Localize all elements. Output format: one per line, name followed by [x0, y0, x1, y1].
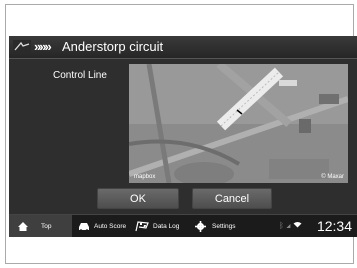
nav-label-data-log: Data Log	[153, 223, 180, 230]
title-bar: »»» Anderstorp circuit	[9, 36, 357, 59]
nav-item-auto-score[interactable]: Auto Score	[77, 217, 126, 236]
nav-item-settings[interactable]: Settings	[195, 217, 236, 236]
bottom-nav: Top Auto Score Data Log Settings ᛒ ◢ 12:…	[9, 214, 357, 237]
signal-icon: ◢	[286, 221, 291, 230]
cancel-button[interactable]: Cancel	[192, 188, 272, 209]
nav-item-top[interactable]: Top	[17, 217, 51, 236]
brand-logo-icon	[13, 40, 31, 54]
nav-label-auto-score: Auto Score	[94, 223, 127, 230]
car-icon	[79, 222, 89, 232]
clock: 12:34	[316, 218, 352, 234]
nav-label-settings: Settings	[212, 223, 236, 230]
head-unit-screen: »»» Anderstorp circuit Control Line mapb…	[9, 36, 357, 237]
nav-item-data-log[interactable]: Data Log	[135, 217, 179, 236]
map-attribution-left: mapbox	[134, 174, 156, 180]
gear-icon	[195, 221, 206, 232]
nav-label-top: Top	[41, 223, 52, 230]
home-icon	[18, 222, 28, 231]
bluetooth-icon: ᛒ	[279, 221, 284, 230]
map-attribution-right: © Maxar	[321, 174, 344, 180]
control-line-label: Control Line	[53, 70, 107, 81]
status-icons: ᛒ ◢	[279, 221, 302, 230]
back-chevrons-icon[interactable]: »»»	[34, 39, 52, 54]
wifi-icon	[293, 222, 302, 228]
ok-button[interactable]: OK	[97, 188, 179, 209]
page-title: Anderstorp circuit	[62, 39, 164, 54]
flag-icon	[135, 221, 149, 232]
satellite-map[interactable]: mapbox © Maxar	[129, 64, 348, 183]
